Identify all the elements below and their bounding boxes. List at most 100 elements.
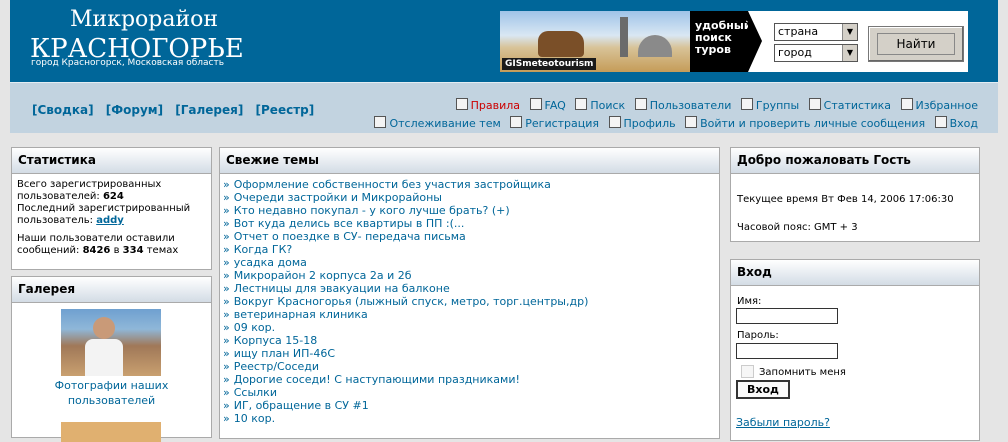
gallery-photo[interactable] <box>61 309 161 376</box>
stats-icon <box>808 98 821 110</box>
gallery-caption-line1[interactable]: Фотографии наших <box>55 379 169 392</box>
username-input[interactable] <box>736 308 838 324</box>
nav-rules[interactable]: Правила <box>455 97 520 115</box>
bullet-icon: » <box>223 178 230 191</box>
list-item[interactable]: » Кто недавно покупал - у кого лучше брат… <box>223 204 711 217</box>
find-button-frame[interactable]: Найти <box>868 26 964 62</box>
nav-login-label[interactable]: Вход <box>950 117 978 130</box>
topic-link[interactable]: Корпуса 15-18 <box>234 334 317 347</box>
nav-messages-label[interactable]: Войти и проверить личные сообщения <box>700 117 925 130</box>
nav-register[interactable]: Регистрация <box>510 115 599 133</box>
nav-profile[interactable]: Профиль <box>608 115 676 133</box>
list-item[interactable]: » Корпуса 15-18 <box>223 334 711 347</box>
topic-link[interactable]: Дорогие соседи! С наступающими праздника… <box>234 373 520 386</box>
topic-link[interactable]: Вот куда делись все квартиры в ПП :(... <box>234 217 465 230</box>
list-item[interactable]: » Оформление собственности без участия за… <box>223 178 711 191</box>
ad-banner[interactable]: GISmeteotourism удобный поиск туров стра… <box>500 11 968 72</box>
topic-link[interactable]: Лестницы для эвакуации на балконе <box>234 282 450 295</box>
topic-link[interactable]: 10 кор. <box>234 412 275 425</box>
list-item[interactable]: » Ссылки <box>223 386 711 399</box>
nav-gallery[interactable]: [Галерея] <box>175 103 243 117</box>
nav-stats-label[interactable]: Статистика <box>824 99 891 112</box>
bullet-icon: » <box>223 373 230 386</box>
topic-link[interactable]: 09 кор. <box>234 321 275 334</box>
nav-groups-label[interactable]: Группы <box>756 99 799 112</box>
stats-text: в <box>110 245 123 256</box>
topic-link[interactable]: Очереди застройки и Микрорайоны <box>234 191 442 204</box>
nav-register-label[interactable]: Регистрация <box>525 117 599 130</box>
list-item[interactable]: » 10 кор. <box>223 412 711 425</box>
topic-link[interactable]: ищу план ИП-46С <box>234 347 335 360</box>
nav-favorites-label[interactable]: Избранное <box>916 99 978 112</box>
nav-search-label[interactable]: Поиск <box>590 99 625 112</box>
nav-watch-topics-label[interactable]: Отслеживание тем <box>389 117 500 130</box>
remember-checkbox[interactable] <box>741 365 754 378</box>
list-item[interactable]: » ИГ, обращение в СУ #1 <box>223 399 711 412</box>
nav-groups[interactable]: Группы <box>740 97 799 115</box>
chevron-down-icon[interactable]: ▼ <box>842 24 857 40</box>
nav-login[interactable]: Вход <box>934 115 978 133</box>
nav-users-label[interactable]: Пользователи <box>650 99 732 112</box>
forgot-password-link[interactable]: Забыли пароль? <box>736 416 830 429</box>
topic-link[interactable]: ветеринарная клиника <box>234 308 368 321</box>
topic-link[interactable]: Ссылки <box>234 386 277 399</box>
nav-watch-topics[interactable]: Отслеживание тем <box>374 115 501 133</box>
list-item[interactable]: » усадка дома <box>223 256 711 269</box>
last-user-link[interactable]: addy <box>96 215 124 226</box>
topic-link[interactable]: Реестр/Соседи <box>234 360 319 373</box>
list-item[interactable]: » ищу план ИП-46С <box>223 347 711 360</box>
gallery-photo-2[interactable] <box>61 422 161 442</box>
list-item[interactable]: » ветеринарная клиника <box>223 308 711 321</box>
list-item[interactable]: » 09 кор. <box>223 321 711 334</box>
nav-faq[interactable]: FAQ <box>529 97 566 115</box>
find-button[interactable]: Найти <box>877 33 955 55</box>
nav-profile-label[interactable]: Профиль <box>624 117 676 130</box>
bullet-icon: » <box>223 204 230 217</box>
list-item[interactable]: » Микрорайон 2 корпуса 2а и 2б <box>223 269 711 282</box>
messages-icon <box>685 116 698 128</box>
welcome-panel: Добро пожаловать Гость Текущее время Вт … <box>730 147 980 242</box>
nav-stats[interactable]: Статистика <box>808 97 891 115</box>
nav-summary[interactable]: [Сводка] <box>32 103 94 117</box>
profile-icon <box>608 116 621 128</box>
stats-text: пользователей: 624 <box>17 191 206 203</box>
banner-photo[interactable]: GISmeteotourism <box>500 11 690 72</box>
login-button[interactable]: Вход <box>736 380 790 399</box>
nav-messages[interactable]: Войти и проверить личные сообщения <box>685 115 925 133</box>
topic-link[interactable]: Когда ГК? <box>234 243 293 256</box>
list-item[interactable]: » Реестр/Соседи <box>223 360 711 373</box>
topics-title: Свежие темы <box>220 148 719 174</box>
gallery-caption[interactable]: Фотографии наших пользователей <box>12 378 211 408</box>
list-item[interactable]: » Когда ГК? <box>223 243 711 256</box>
list-item[interactable]: » Дорогие соседи! С наступающими праздник… <box>223 373 711 386</box>
topic-link[interactable]: Оформление собственности без участия зас… <box>234 178 551 191</box>
nav-registry[interactable]: [Реестр] <box>256 103 315 117</box>
password-input[interactable] <box>736 343 838 359</box>
list-item[interactable]: » Отчет о поездке в СУ- передача письма <box>223 230 711 243</box>
list-item[interactable]: » Лестницы для эвакуации на балконе <box>223 282 711 295</box>
nav-users[interactable]: Пользователи <box>634 97 732 115</box>
nav-rules-label[interactable]: Правила <box>471 99 520 112</box>
bullet-icon: » <box>223 334 230 347</box>
posts-count: 8426 <box>82 245 111 256</box>
chevron-down-icon[interactable]: ▼ <box>842 45 857 61</box>
stats-text: пользователь: <box>17 215 97 226</box>
list-item[interactable]: » Вокруг Красногорья (лыжный спуск, метро… <box>223 295 711 308</box>
topic-link[interactable]: Кто недавно покупал - у кого лучше брать… <box>234 204 510 217</box>
stats-text: Последний зарегистрированный <box>17 203 191 214</box>
nav-search[interactable]: Поиск <box>575 97 625 115</box>
topic-link[interactable]: Отчет о поездке в СУ- передача письма <box>234 230 466 243</box>
topic-link[interactable]: ИГ, обращение в СУ #1 <box>234 399 369 412</box>
topic-link[interactable]: Микрорайон 2 корпуса 2а и 2б <box>234 269 412 282</box>
nav-faq-label[interactable]: FAQ <box>545 99 566 112</box>
stats-text: пользователь: addy <box>17 215 206 227</box>
nav-forum[interactable]: [Форум] <box>106 103 163 117</box>
list-item[interactable]: » Очереди застройки и Микрорайоны <box>223 191 711 204</box>
city-select[interactable]: город ▼ <box>774 44 858 62</box>
gallery-caption-line2[interactable]: пользователей <box>68 394 155 407</box>
list-item[interactable]: » Вот куда делись все квартиры в ПП :(... <box>223 217 711 230</box>
topic-link[interactable]: Вокруг Красногорья (лыжный спуск, метро,… <box>234 295 589 308</box>
country-select[interactable]: страна ▼ <box>774 23 858 41</box>
topic-link[interactable]: усадка дома <box>234 256 307 269</box>
nav-favorites[interactable]: Избранное <box>900 97 978 115</box>
